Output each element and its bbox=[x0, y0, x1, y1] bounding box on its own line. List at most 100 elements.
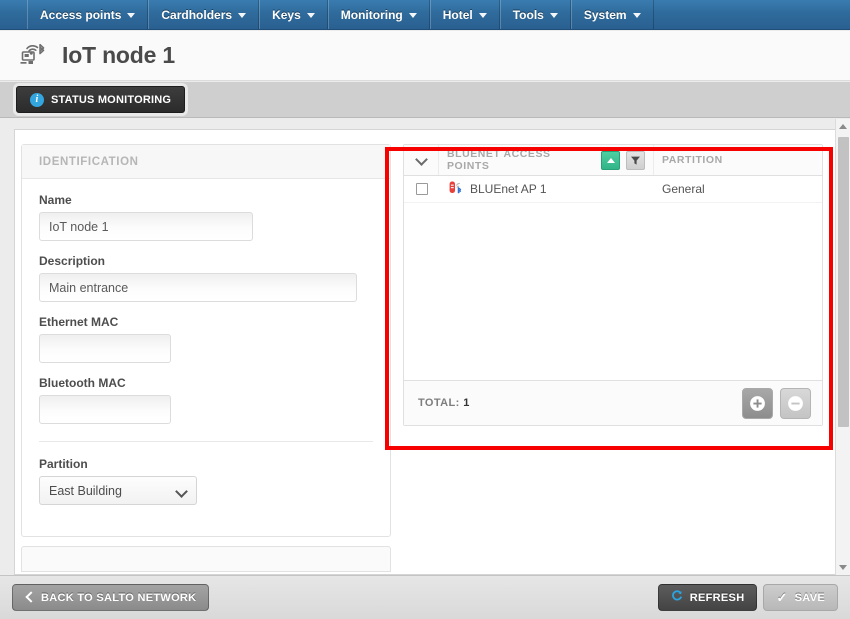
bottom-action-bar: BACK TO SALTO NETWORK REFRESH ✓ SAVE bbox=[0, 575, 850, 619]
nav-item-hotel[interactable]: Hotel bbox=[429, 0, 500, 29]
grid-column-label: BLUENET ACCESS POINTS bbox=[447, 148, 551, 172]
nav-item-label: Access points bbox=[40, 7, 122, 22]
main-navbar: Access points Cardholders Keys Monitorin… bbox=[0, 0, 850, 30]
tab-label: STATUS MONITORING bbox=[51, 93, 172, 106]
chevron-down-icon bbox=[306, 13, 315, 18]
refresh-icon bbox=[671, 590, 683, 605]
grid-body: BLUEnet AP 1 General bbox=[404, 176, 822, 380]
info-icon: i bbox=[30, 92, 44, 107]
bluenet-access-points-grid: BLUENET ACCESS POINTS PARTITION BLUEnet … bbox=[403, 144, 823, 426]
field-name: Name IoT node 1 bbox=[39, 193, 373, 241]
triangle-up-icon bbox=[839, 124, 847, 129]
description-input[interactable]: Main entrance bbox=[39, 273, 357, 302]
partition-label: Partition bbox=[39, 457, 88, 471]
nav-item-label: Tools bbox=[512, 7, 544, 22]
tab-status-monitoring[interactable]: i STATUS MONITORING bbox=[16, 86, 186, 113]
grid-total-value: 1 bbox=[463, 397, 470, 409]
grid-total-label: TOTAL: bbox=[418, 397, 460, 409]
nav-item-label: System bbox=[583, 7, 627, 22]
content-area: IDENTIFICATION Name IoT node 1 Descripti… bbox=[0, 119, 850, 575]
row-name-label: BLUEnet AP 1 bbox=[470, 182, 547, 196]
chevron-down-icon bbox=[127, 13, 136, 18]
grid-column-label: PARTITION bbox=[662, 154, 723, 166]
row-checkbox[interactable] bbox=[415, 183, 428, 195]
iot-node-bluetooth-icon bbox=[18, 39, 48, 72]
chevron-down-icon bbox=[238, 13, 247, 18]
tab-strip: i STATUS MONITORING bbox=[0, 82, 850, 118]
row-partition-cell: General bbox=[662, 182, 705, 196]
grid-header-row: BLUENET ACCESS POINTS PARTITION bbox=[404, 145, 822, 176]
description-label: Description bbox=[39, 254, 106, 268]
identification-body: Name IoT node 1 Description Main entranc… bbox=[22, 179, 390, 536]
partition-selected-value: East Building bbox=[49, 483, 122, 498]
chevron-down-icon bbox=[408, 13, 417, 18]
nav-item-label: Hotel bbox=[442, 7, 473, 22]
row-name-cell: BLUEnet AP 1 bbox=[439, 180, 654, 198]
form-panel: IDENTIFICATION Name IoT node 1 Descripti… bbox=[14, 129, 837, 575]
bottom-right-buttons: REFRESH ✓ SAVE bbox=[657, 584, 838, 611]
refresh-button-label: REFRESH bbox=[689, 591, 745, 604]
next-section-card-partial bbox=[21, 546, 391, 572]
grid-footer-buttons bbox=[742, 387, 811, 419]
grid-column-partition[interactable]: PARTITION bbox=[654, 145, 822, 175]
page-scrollbar[interactable] bbox=[835, 119, 850, 575]
form-divider bbox=[39, 441, 373, 442]
scroll-up-button[interactable] bbox=[836, 119, 850, 134]
chevron-left-icon bbox=[25, 593, 34, 602]
triangle-up-glyph bbox=[606, 157, 615, 163]
nav-item-keys[interactable]: Keys bbox=[259, 0, 328, 29]
back-button-label: BACK TO SALTO NETWORK bbox=[41, 591, 197, 604]
grid-select-all-header[interactable] bbox=[404, 145, 439, 175]
nav-item-label: Monitoring bbox=[340, 7, 403, 22]
bluenet-ap-bluetooth-icon bbox=[448, 180, 463, 198]
chevron-down-icon bbox=[177, 486, 187, 496]
page-title-bar: IoT node 1 bbox=[0, 31, 850, 81]
nav-item-label: Cardholders bbox=[161, 7, 233, 22]
bluetooth-mac-input[interactable] bbox=[39, 395, 171, 424]
table-row[interactable]: BLUEnet AP 1 General bbox=[404, 176, 822, 203]
field-description: Description Main entrance bbox=[39, 254, 373, 302]
minus-circle-icon bbox=[788, 395, 803, 411]
nav-item-monitoring[interactable]: Monitoring bbox=[327, 0, 430, 29]
chevron-down-icon bbox=[416, 155, 427, 166]
nav-item-system[interactable]: System bbox=[570, 0, 654, 29]
identification-card: IDENTIFICATION Name IoT node 1 Descripti… bbox=[21, 144, 391, 537]
row-select-cell[interactable] bbox=[404, 183, 439, 195]
triangle-down-icon bbox=[839, 565, 847, 570]
sort-ascending-icon[interactable] bbox=[601, 150, 620, 170]
name-input[interactable]: IoT node 1 bbox=[39, 212, 253, 241]
nav-item-label: Keys bbox=[272, 7, 301, 22]
partition-select[interactable]: East Building bbox=[39, 476, 197, 505]
remove-access-point-button[interactable] bbox=[780, 387, 811, 419]
name-label: Name bbox=[39, 193, 72, 207]
nav-item-cardholders[interactable]: Cardholders bbox=[148, 0, 260, 29]
scrollbar-thumb[interactable] bbox=[838, 137, 849, 427]
nav-item-access-points[interactable]: Access points bbox=[27, 0, 149, 29]
save-button[interactable]: ✓ SAVE bbox=[763, 584, 838, 611]
back-to-salto-network-button[interactable]: BACK TO SALTO NETWORK bbox=[12, 584, 210, 611]
refresh-button[interactable]: REFRESH bbox=[657, 584, 758, 611]
check-icon: ✓ bbox=[776, 590, 788, 605]
chevron-down-icon bbox=[478, 13, 487, 18]
nav-item-tools[interactable]: Tools bbox=[499, 0, 571, 29]
save-button-label: SAVE bbox=[794, 591, 825, 604]
chevron-down-icon bbox=[549, 13, 558, 18]
bluetooth-mac-label: Bluetooth MAC bbox=[39, 376, 126, 390]
scroll-down-button[interactable] bbox=[836, 560, 850, 575]
ethernet-mac-label: Ethernet MAC bbox=[39, 315, 119, 329]
field-ethernet-mac: Ethernet MAC bbox=[39, 315, 373, 363]
identification-header: IDENTIFICATION bbox=[22, 145, 390, 179]
field-bluetooth-mac: Bluetooth MAC bbox=[39, 376, 373, 424]
grid-footer: TOTAL: 1 bbox=[404, 380, 822, 425]
add-access-point-button[interactable] bbox=[742, 387, 773, 419]
plus-circle-icon bbox=[750, 395, 765, 411]
chevron-down-icon bbox=[632, 13, 641, 18]
ethernet-mac-input[interactable] bbox=[39, 334, 171, 363]
identification-title: IDENTIFICATION bbox=[39, 155, 139, 168]
grid-total: TOTAL: 1 bbox=[418, 397, 470, 409]
left-column: IDENTIFICATION Name IoT node 1 Descripti… bbox=[21, 144, 391, 572]
grid-column-bluenet-access-points[interactable]: BLUENET ACCESS POINTS bbox=[439, 145, 654, 175]
filter-icon[interactable] bbox=[626, 150, 645, 170]
page-title: IoT node 1 bbox=[62, 42, 176, 68]
right-column: BLUENET ACCESS POINTS PARTITION BLUEnet … bbox=[403, 144, 823, 426]
